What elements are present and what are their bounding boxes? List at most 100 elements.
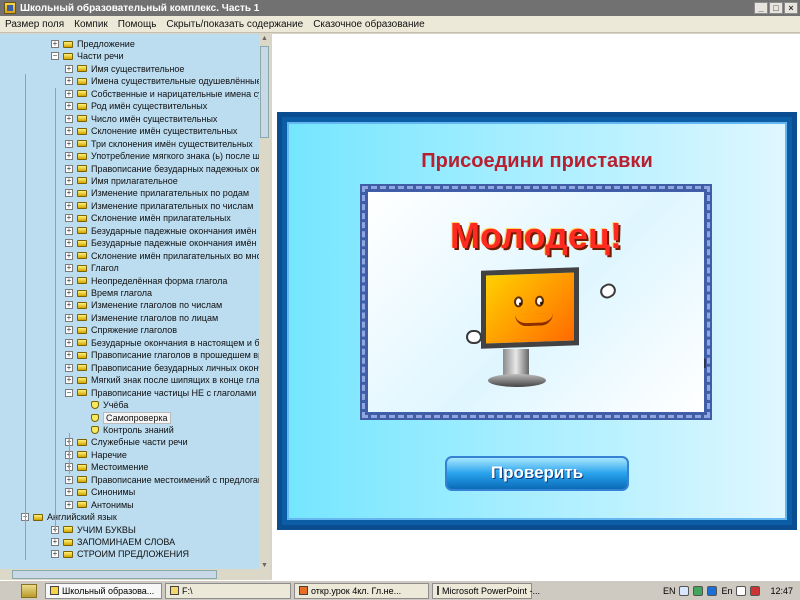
tree-item[interactable]: + Изменение прилагательных по числам (65, 200, 253, 212)
tree-item-selected[interactable]: Самопроверка (79, 411, 171, 424)
tree-item[interactable]: + Спряжение глаголов (65, 324, 177, 336)
tree-item[interactable]: + Имена существительные одушевлённые и (65, 75, 269, 87)
collapse-icon[interactable]: − (65, 388, 73, 397)
menu-fairy-education[interactable]: Сказочное образование (308, 19, 429, 30)
tree-item[interactable]: + ЗАПОМИНАЕМ СЛОВА (51, 536, 175, 548)
tree-item[interactable]: + Синонимы (65, 486, 135, 498)
tree-item[interactable]: + Правописание местоимений с предлогам (65, 474, 264, 486)
tree-item[interactable]: + Антонимы (65, 499, 134, 511)
minimize-button[interactable]: _ (754, 2, 768, 14)
taskbar-folder-f[interactable]: F:\ (165, 582, 291, 599)
expand-icon[interactable]: + (65, 500, 73, 509)
expand-icon[interactable]: + (65, 251, 73, 260)
tree-item[interactable]: + Употребление мягкого знака (ь) после ш (65, 150, 260, 162)
expand-icon[interactable]: + (65, 164, 73, 173)
tree-item[interactable]: + Правописание безударных падежных окон (65, 163, 269, 175)
expand-icon[interactable]: + (65, 89, 73, 98)
expand-icon[interactable]: + (65, 214, 73, 223)
tree-item[interactable]: + Безударные падежные окончания имён п (65, 225, 264, 237)
expand-icon[interactable]: + (65, 264, 73, 273)
tree-item[interactable]: + Изменение глаголов по числам (65, 299, 222, 311)
status-icon[interactable] (693, 585, 704, 596)
menu-toggle-contents[interactable]: Скрыть/показать содержание (161, 19, 308, 30)
tree-item[interactable]: + Изменение глаголов по лицам (65, 312, 218, 324)
tree-item[interactable]: + Изменение прилагательных по родам (65, 187, 249, 199)
tree-item[interactable]: + Правописание безударных личных оконча (65, 362, 268, 374)
start-icon[interactable] (21, 583, 37, 598)
tree-item[interactable]: −Английский язык (21, 511, 117, 523)
expand-icon[interactable]: + (65, 201, 73, 210)
expand-icon[interactable]: + (51, 550, 59, 559)
volume-icon[interactable] (736, 585, 747, 596)
menu-field-size[interactable]: Размер поля (0, 19, 69, 30)
expand-icon[interactable]: + (65, 276, 73, 285)
expand-icon[interactable]: + (65, 189, 73, 198)
tree-item[interactable]: + Склонение имён прилагательных во множ (65, 250, 268, 262)
taskbar-open-lesson[interactable]: откр.урок 4кл. Гл.не... (294, 582, 429, 599)
expand-icon[interactable]: + (65, 239, 73, 248)
tree-item[interactable]: + Склонение имён существительных (65, 125, 237, 137)
expand-icon[interactable]: + (65, 139, 73, 148)
expand-icon[interactable]: + (65, 289, 73, 297)
tree-item[interactable]: + Род имён существительных (65, 100, 207, 112)
expand-icon[interactable]: + (65, 363, 73, 372)
scroll-up-icon[interactable]: ▲ (260, 34, 269, 43)
collapse-icon[interactable]: − (51, 52, 59, 61)
expand-icon[interactable]: + (51, 538, 59, 546)
language-indicator[interactable]: EN (663, 586, 676, 596)
tree-item[interactable]: + Безударные падежные окончания имён п (65, 237, 264, 249)
tree-item[interactable]: + Предложение (51, 38, 135, 50)
tree-item[interactable]: +Местоимение (65, 461, 148, 473)
tree-item[interactable]: + Склонение имён прилагательных (65, 212, 231, 224)
expand-icon[interactable]: + (65, 176, 73, 185)
expand-icon[interactable]: + (65, 152, 73, 161)
scroll-thumb[interactable] (260, 46, 269, 138)
check-button[interactable]: Проверить (445, 456, 629, 491)
network-icon[interactable] (679, 585, 690, 596)
taskbar-powerpoint[interactable]: Microsoft PowerPoint -... (432, 582, 540, 599)
tree-item[interactable]: + Собственные и нарицательные имена сущ (65, 88, 269, 100)
expand-icon[interactable]: + (65, 338, 73, 347)
expand-icon[interactable]: + (65, 102, 73, 111)
tree-item[interactable]: + Безударные окончания в настоящем и бу (65, 337, 264, 349)
tree-item[interactable]: +Наречие (65, 449, 127, 461)
security-icon[interactable] (750, 585, 761, 596)
tree-item[interactable]: + Имя существительное (65, 63, 184, 75)
expand-icon[interactable]: + (65, 326, 73, 335)
menu-compik[interactable]: Компик (69, 19, 113, 30)
tree-item[interactable]: Учёба (79, 399, 128, 411)
tree-item[interactable]: + Три склонения имён существительных (65, 138, 253, 150)
tree-item[interactable]: + Правописание глаголов в прошедшем вре (65, 349, 268, 361)
tree-item[interactable]: + Неопределённая форма глагола (65, 275, 227, 287)
expand-icon[interactable]: + (65, 475, 73, 484)
tree-item[interactable]: + Число имён существительных (65, 113, 217, 125)
keyboard-icon[interactable] (707, 585, 718, 596)
horizontal-scroll-thumb[interactable] (12, 570, 217, 579)
taskbar-school-complex[interactable]: Школьный образова... (45, 582, 162, 599)
tree-item[interactable]: + Глагол (65, 262, 119, 274)
expand-icon[interactable]: + (65, 127, 73, 136)
keyboard-language[interactable]: En (721, 586, 732, 596)
maximize-button[interactable]: □ (769, 2, 783, 14)
expand-icon[interactable]: + (65, 114, 73, 123)
expand-icon[interactable]: + (65, 488, 73, 497)
tree-item[interactable]: + СТРОИМ ПРЕДЛОЖЕНИЯ (51, 548, 189, 560)
tree-item[interactable]: Контроль знаний (79, 424, 174, 436)
tree-item[interactable]: − Части речи (51, 50, 124, 62)
expand-icon[interactable]: + (65, 64, 73, 73)
expand-icon[interactable]: + (65, 301, 73, 310)
close-button[interactable]: × (784, 2, 798, 14)
menu-help[interactable]: Помощь (113, 19, 162, 30)
tree-horizontal-scrollbar[interactable] (0, 569, 270, 580)
tree-item[interactable]: + Мягкий знак после шипящих в конце глаг (65, 374, 263, 386)
expand-icon[interactable]: + (65, 226, 73, 235)
tree-item[interactable]: + Имя прилагательное (65, 175, 178, 187)
expand-icon[interactable]: + (51, 40, 59, 48)
tree-item[interactable]: − Правописание частицы НЕ с глаголами (65, 387, 256, 399)
tree-item[interactable]: + Время глагола (65, 287, 152, 299)
tree-item[interactable]: +УЧИМ БУКВЫ (51, 524, 136, 536)
tree-item[interactable]: +Служебные части речи (65, 436, 188, 448)
expand-icon[interactable]: + (65, 77, 73, 86)
expand-icon[interactable]: + (65, 313, 73, 322)
expand-icon[interactable]: + (65, 351, 73, 360)
